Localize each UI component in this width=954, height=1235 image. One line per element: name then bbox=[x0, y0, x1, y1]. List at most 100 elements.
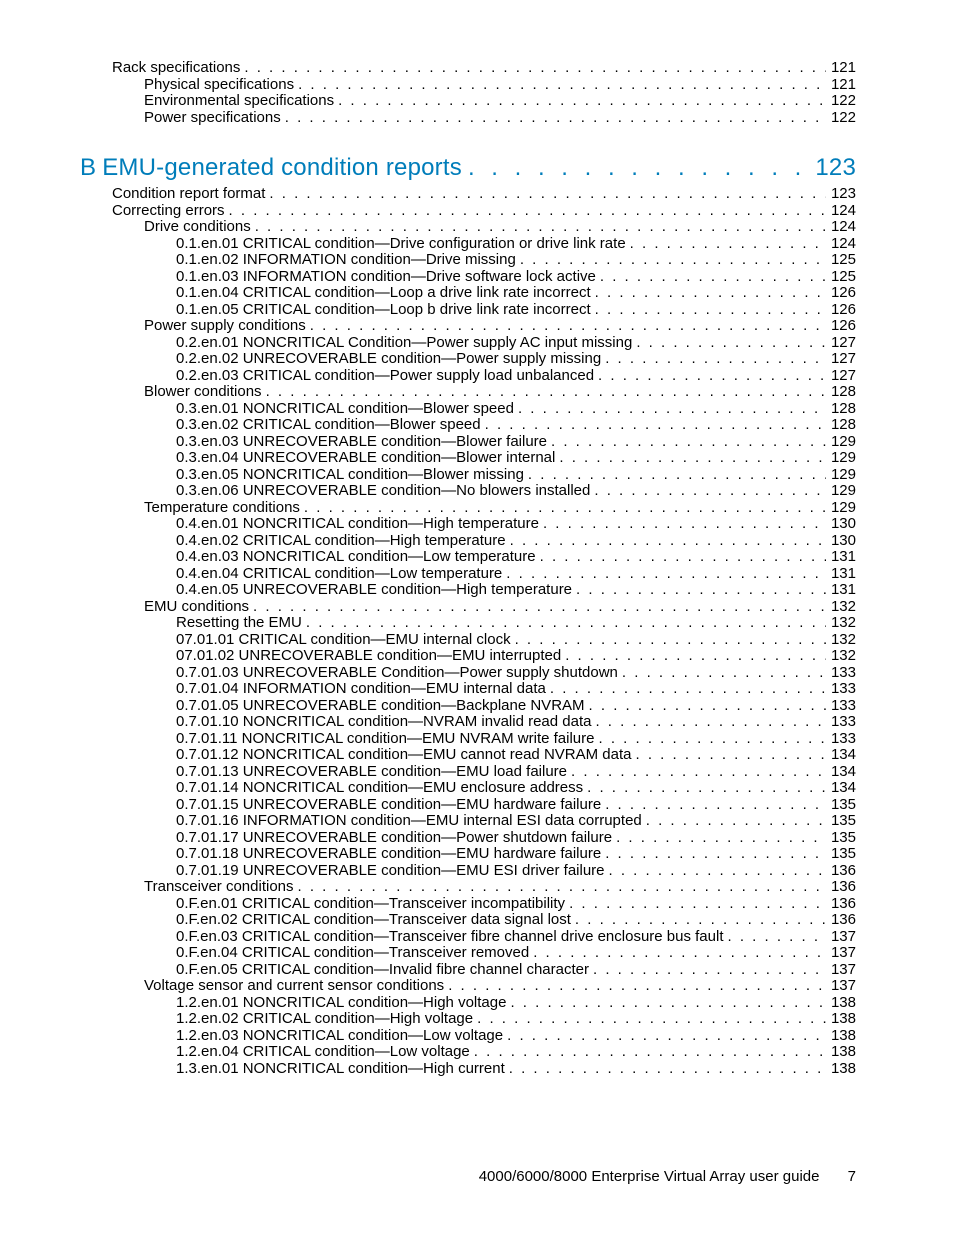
toc-entry-page: 132 bbox=[826, 632, 856, 649]
toc-entry[interactable]: 0.F.en.01 CRITICAL condition—Transceiver… bbox=[80, 896, 856, 913]
toc-entry[interactable]: Transceiver conditions. . . . . . . . . … bbox=[80, 879, 856, 896]
toc-entry-dots: . . . . . . . . . . . . . . . . . . . . … bbox=[306, 318, 826, 335]
toc-entry[interactable]: 0.2.en.01 NONCRITICAL Condition—Power su… bbox=[80, 335, 856, 352]
toc-entry[interactable]: 0.4.en.03 NONCRITICAL condition—Low temp… bbox=[80, 549, 856, 566]
toc-entry-dots: . . . . . . . . . . . . . . . . . . . . … bbox=[240, 60, 826, 77]
toc-entry[interactable]: 0.7.01.05 UNRECOVERABLE condition—Backpl… bbox=[80, 698, 856, 715]
toc-entry-dots: . . . . . . . . . . . . . . . . . . . . … bbox=[334, 93, 826, 110]
toc-entry[interactable]: 0.F.en.04 CRITICAL condition—Transceiver… bbox=[80, 945, 856, 962]
toc-entry[interactable]: 1.2.en.02 CRITICAL condition—High voltag… bbox=[80, 1011, 856, 1028]
toc-entry[interactable]: 0.3.en.05 NONCRITICAL condition—Blower m… bbox=[80, 467, 856, 484]
toc-entry-page: 138 bbox=[826, 1011, 856, 1028]
toc-entry-page: 128 bbox=[826, 417, 856, 434]
toc-entry-dots: . . . . . . . . . . . . . . . . . . . . … bbox=[626, 236, 826, 253]
toc-entry-label: 0.3.en.03 UNRECOVERABLE condition—Blower… bbox=[176, 434, 547, 451]
toc-entry-page: 126 bbox=[826, 318, 856, 335]
toc-entry-label: Temperature conditions bbox=[144, 500, 300, 517]
toc-entry[interactable]: 0.7.01.11 NONCRITICAL condition—EMU NVRA… bbox=[80, 731, 856, 748]
toc-entry-page: 128 bbox=[826, 384, 856, 401]
toc-entry[interactable]: Environmental specifications. . . . . . … bbox=[80, 93, 856, 110]
toc-entry-dots: . . . . . . . . . . . . . . . . . . . . … bbox=[262, 384, 826, 401]
toc-entry[interactable]: Drive conditions. . . . . . . . . . . . … bbox=[80, 219, 856, 236]
toc-entry[interactable]: 0.7.01.18 UNRECOVERABLE condition—EMU ha… bbox=[80, 846, 856, 863]
section-heading: B EMU-generated condition reports . . . … bbox=[80, 154, 856, 182]
toc-entry[interactable]: 0.3.en.03 UNRECOVERABLE condition—Blower… bbox=[80, 434, 856, 451]
toc-entry[interactable]: Blower conditions. . . . . . . . . . . .… bbox=[80, 384, 856, 401]
toc-entry[interactable]: Rack specifications. . . . . . . . . . .… bbox=[80, 60, 856, 77]
toc-entry-label: 0.7.01.16 INFORMATION condition—EMU inte… bbox=[176, 813, 642, 830]
toc-entry[interactable]: 0.1.en.01 CRITICAL condition—Drive confi… bbox=[80, 236, 856, 253]
toc-entry[interactable]: Voltage sensor and current sensor condit… bbox=[80, 978, 856, 995]
toc-entry-label: 0.F.en.01 CRITICAL condition—Transceiver… bbox=[176, 896, 565, 913]
toc-entry[interactable]: 0.7.01.17 UNRECOVERABLE condition—Power … bbox=[80, 830, 856, 847]
toc-entry[interactable]: Temperature conditions. . . . . . . . . … bbox=[80, 500, 856, 517]
toc-entry-label: 0.2.en.02 UNRECOVERABLE condition—Power … bbox=[176, 351, 601, 368]
toc-entry-label: 0.F.en.04 CRITICAL condition—Transceiver… bbox=[176, 945, 529, 962]
toc-entry[interactable]: 0.3.en.06 UNRECOVERABLE condition—No blo… bbox=[80, 483, 856, 500]
toc-entry-dots: . . . . . . . . . . . . . . . . . . . . … bbox=[612, 830, 826, 847]
toc-entry[interactable]: 0.7.01.19 UNRECOVERABLE condition—EMU ES… bbox=[80, 863, 856, 880]
toc-entry[interactable]: 0.7.01.10 NONCRITICAL condition—NVRAM in… bbox=[80, 714, 856, 731]
toc-entry-page: 136 bbox=[826, 863, 856, 880]
footer-page-number: 7 bbox=[848, 1168, 856, 1185]
toc-entry[interactable]: Correcting errors. . . . . . . . . . . .… bbox=[80, 203, 856, 220]
toc-entry[interactable]: Power supply conditions. . . . . . . . .… bbox=[80, 318, 856, 335]
toc-entry[interactable]: Power specifications. . . . . . . . . . … bbox=[80, 110, 856, 127]
toc-entry[interactable]: 1.2.en.04 CRITICAL condition—Low voltage… bbox=[80, 1044, 856, 1061]
toc-entry-label: Blower conditions bbox=[144, 384, 262, 401]
toc-entry[interactable]: 0.1.en.03 INFORMATION condition—Drive so… bbox=[80, 269, 856, 286]
toc-entry[interactable]: 0.F.en.02 CRITICAL condition—Transceiver… bbox=[80, 912, 856, 929]
toc-entry[interactable]: 0.7.01.03 UNRECOVERABLE Condition—Power … bbox=[80, 665, 856, 682]
toc-entry[interactable]: Physical specifications. . . . . . . . .… bbox=[80, 77, 856, 94]
toc-entry-page: 134 bbox=[826, 747, 856, 764]
toc-entry[interactable]: 07.01.01 CRITICAL condition—EMU internal… bbox=[80, 632, 856, 649]
toc-entry-page: 125 bbox=[826, 252, 856, 269]
toc-entry[interactable]: 0.F.en.03 CRITICAL condition—Transceiver… bbox=[80, 929, 856, 946]
toc-entry[interactable]: 0.4.en.04 CRITICAL condition—Low tempera… bbox=[80, 566, 856, 583]
toc-entry-page: 133 bbox=[826, 714, 856, 731]
toc-entry-dots: . . . . . . . . . . . . . . . . . . . . … bbox=[251, 219, 826, 236]
toc-entry-dots: . . . . . . . . . . . . . . . . . . . . … bbox=[601, 846, 826, 863]
toc-entry[interactable]: 0.1.en.05 CRITICAL condition—Loop b driv… bbox=[80, 302, 856, 319]
toc-entry[interactable]: 07.01.02 UNRECOVERABLE condition—EMU int… bbox=[80, 648, 856, 665]
toc-entry-page: 124 bbox=[826, 219, 856, 236]
toc-entry[interactable]: 0.7.01.14 NONCRITICAL condition—EMU encl… bbox=[80, 780, 856, 797]
toc-entry-label: 0.F.en.05 CRITICAL condition—Invalid fib… bbox=[176, 962, 589, 979]
toc-entry[interactable]: 0.3.en.02 CRITICAL condition—Blower spee… bbox=[80, 417, 856, 434]
toc-entry-label: 0.1.en.01 CRITICAL condition—Drive confi… bbox=[176, 236, 626, 253]
toc-entry-page: 137 bbox=[826, 962, 856, 979]
toc-entry-page: 133 bbox=[826, 731, 856, 748]
toc-entry-label: Physical specifications bbox=[144, 77, 294, 94]
toc-entry[interactable]: EMU conditions. . . . . . . . . . . . . … bbox=[80, 599, 856, 616]
toc-entry[interactable]: 1.3.en.01 NONCRITICAL condition—High cur… bbox=[80, 1061, 856, 1078]
toc-entry[interactable]: 0.2.en.02 UNRECOVERABLE condition—Power … bbox=[80, 351, 856, 368]
toc-entry[interactable]: 0.4.en.05 UNRECOVERABLE condition—High t… bbox=[80, 582, 856, 599]
toc-entry[interactable]: Resetting the EMU. . . . . . . . . . . .… bbox=[80, 615, 856, 632]
toc-entry-page: 130 bbox=[826, 516, 856, 533]
toc-entry[interactable]: 0.3.en.04 UNRECOVERABLE condition—Blower… bbox=[80, 450, 856, 467]
toc-entry-page: 129 bbox=[826, 450, 856, 467]
toc-entry[interactable]: 0.7.01.12 NONCRITICAL condition—EMU cann… bbox=[80, 747, 856, 764]
toc-entry[interactable]: 0.4.en.01 NONCRITICAL condition—High tem… bbox=[80, 516, 856, 533]
toc-entry[interactable]: 0.1.en.04 CRITICAL condition—Loop a driv… bbox=[80, 285, 856, 302]
toc-entry[interactable]: 1.2.en.01 NONCRITICAL condition—High vol… bbox=[80, 995, 856, 1012]
toc-entry[interactable]: 0.F.en.05 CRITICAL condition—Invalid fib… bbox=[80, 962, 856, 979]
toc-entry[interactable]: 0.4.en.02 CRITICAL condition—High temper… bbox=[80, 533, 856, 550]
toc-entry[interactable]: 0.3.en.01 NONCRITICAL condition—Blower s… bbox=[80, 401, 856, 418]
toc-entry-label: 07.01.01 CRITICAL condition—EMU internal… bbox=[176, 632, 511, 649]
toc-entry[interactable]: 0.1.en.02 INFORMATION condition—Drive mi… bbox=[80, 252, 856, 269]
toc-entry-dots: . . . . . . . . . . . . . . . . . . . . … bbox=[555, 450, 826, 467]
toc-pre-section: Rack specifications. . . . . . . . . . .… bbox=[80, 60, 856, 126]
toc-entry[interactable]: 0.7.01.16 INFORMATION condition—EMU inte… bbox=[80, 813, 856, 830]
toc-entry-label: Condition report format bbox=[112, 186, 265, 203]
toc-entry[interactable]: 0.7.01.15 UNRECOVERABLE condition—EMU ha… bbox=[80, 797, 856, 814]
toc-entry-page: 122 bbox=[826, 110, 856, 127]
toc-entry-label: 0.2.en.01 NONCRITICAL Condition—Power su… bbox=[176, 335, 632, 352]
toc-entry[interactable]: 0.7.01.13 UNRECOVERABLE condition—EMU lo… bbox=[80, 764, 856, 781]
toc-entry[interactable]: 1.2.en.03 NONCRITICAL condition—Low volt… bbox=[80, 1028, 856, 1045]
toc-entry[interactable]: 0.2.en.03 CRITICAL condition—Power suppl… bbox=[80, 368, 856, 385]
toc-entry[interactable]: 0.7.01.04 INFORMATION condition—EMU inte… bbox=[80, 681, 856, 698]
toc-entry-dots: . . . . . . . . . . . . . . . . . . . . … bbox=[524, 467, 826, 484]
toc-entry[interactable]: Condition report format. . . . . . . . .… bbox=[80, 186, 856, 203]
toc-entry-label: 0.F.en.02 CRITICAL condition—Transceiver… bbox=[176, 912, 571, 929]
